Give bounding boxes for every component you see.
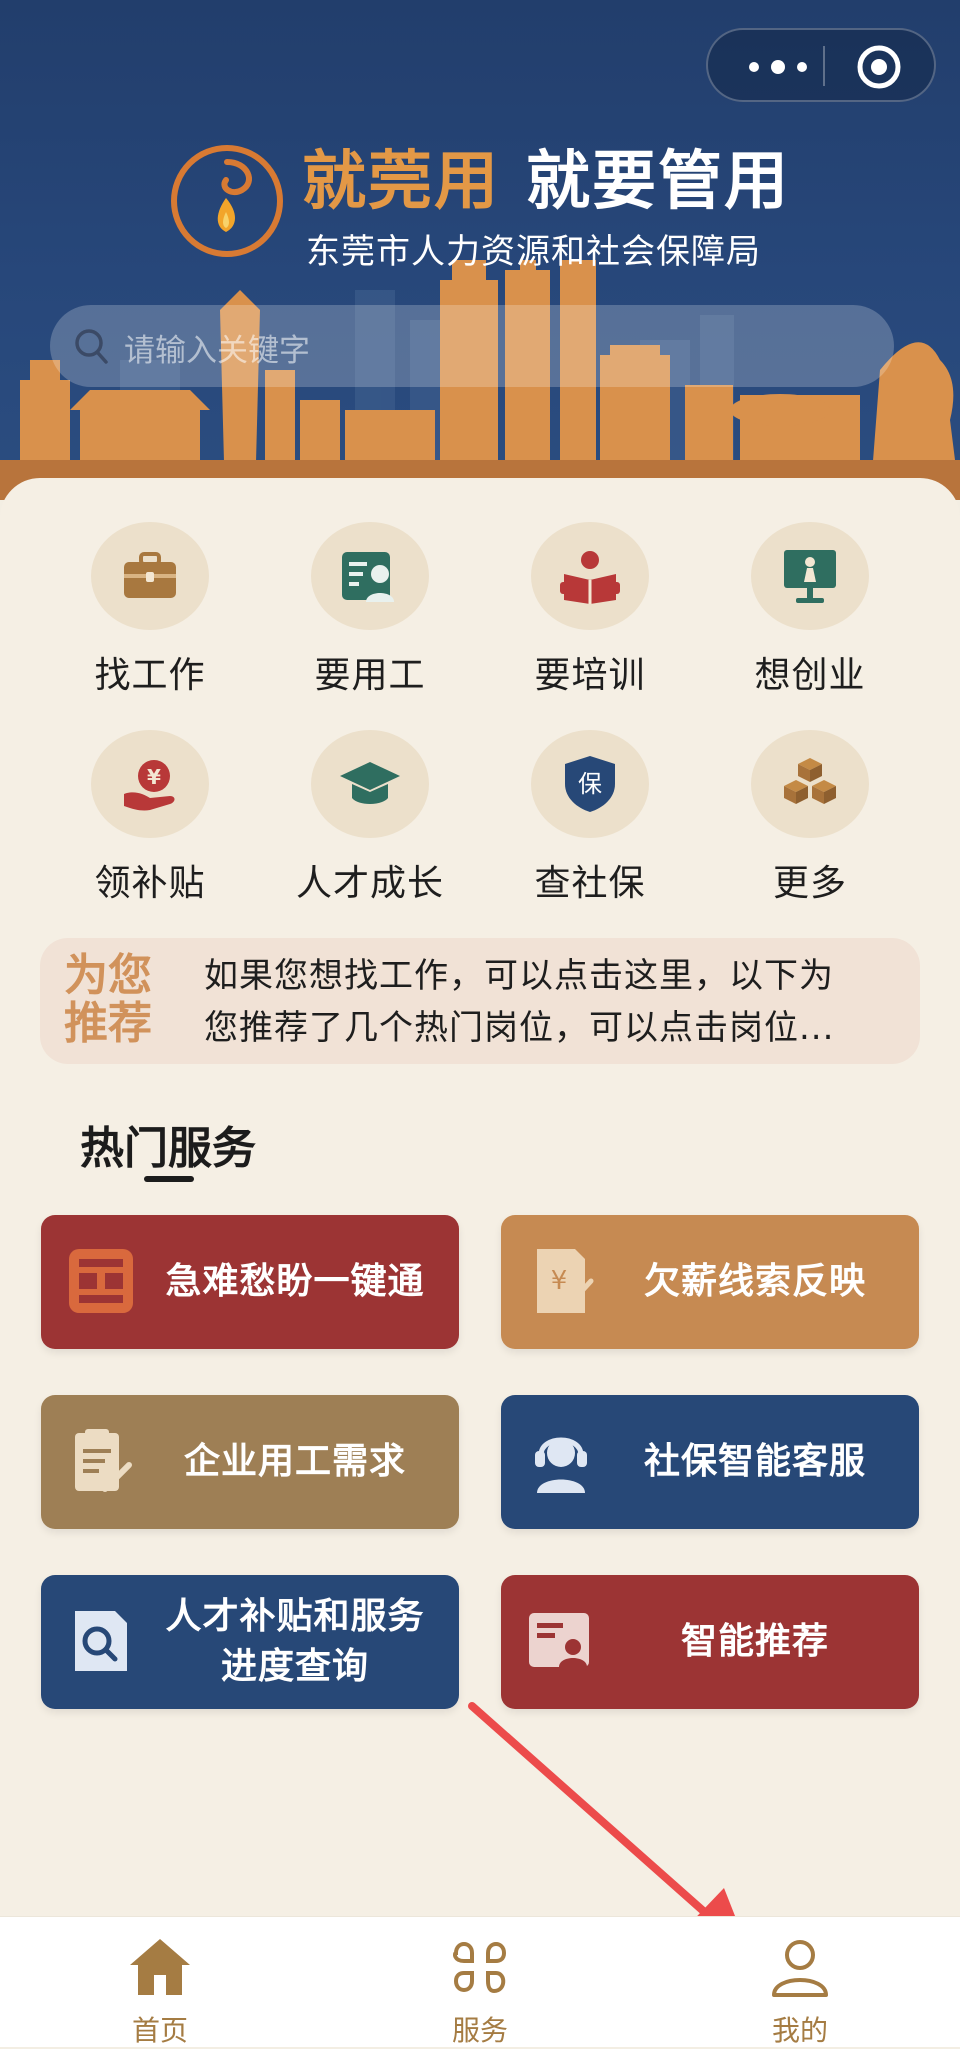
recommend-tag: 为您 推荐 — [64, 952, 168, 1048]
quick-service-icon-bg — [91, 522, 209, 630]
hot-service-label: 人才补贴和服务 进度查询 — [151, 1575, 439, 1709]
cubes-icon — [784, 758, 836, 804]
quick-service-icon-bg — [751, 522, 869, 630]
quick-service-label: 查社保 — [534, 863, 646, 904]
svg-text:¥: ¥ — [551, 1266, 568, 1296]
hot-service-smart-recommend-button[interactable]: 智能推荐 — [501, 1575, 919, 1709]
quick-service-icon-bg — [751, 730, 869, 838]
graduation-cap-icon — [340, 762, 400, 804]
customer-service-icon — [535, 1437, 587, 1493]
tab-mine[interactable]: 我的 — [720, 1935, 880, 2049]
quick-service-hire[interactable]: 要用工 — [270, 522, 470, 698]
quick-service-label: 找工作 — [94, 655, 206, 696]
quick-service-social-security[interactable]: 保 查社保 — [490, 730, 690, 906]
quick-service-label: 要培训 — [534, 655, 646, 696]
quick-service-label: 领补贴 — [94, 863, 206, 904]
briefcase-icon — [124, 552, 176, 598]
recommend-text: 如果您想找工作，可以点击这里，以下为 您推荐了几个热门岗位，可以点击岗位... — [204, 950, 904, 1054]
wage-document-icon: ¥ — [537, 1249, 594, 1313]
header-banner: 就莞用 就要管用 东莞市人力资源和社会保障局 — [0, 0, 960, 500]
hot-service-label: 智能推荐 — [680, 1621, 829, 1662]
hot-services-title: 热门服务 — [80, 1123, 256, 1174]
hot-services-title-underline — [144, 1176, 194, 1182]
search-placeholder: 请输入关键字 — [124, 333, 310, 369]
search-icon — [75, 329, 108, 364]
hot-service-emergency-button[interactable]: 急难愁盼一键通 — [41, 1215, 459, 1349]
tab-label: 我的 — [771, 2014, 828, 2047]
user-icon — [772, 1940, 828, 1997]
bureau-name: 东莞市人力资源和社会保障局 — [306, 232, 761, 272]
tab-home[interactable]: 首页 — [80, 1935, 240, 2049]
subsidy-yuan-icon: ¥ — [124, 760, 175, 811]
slogan: 就莞用 就要管用 — [302, 146, 790, 218]
hot-service-social-security-support-button[interactable]: 社保智能客服 — [501, 1395, 919, 1529]
hot-service-label-line2: 进度查询 — [220, 1646, 369, 1687]
miniprogram-capsule — [706, 28, 936, 102]
recommend-text-line2: 您推荐了几个热门岗位，可以点击岗位... — [204, 1008, 835, 1048]
tab-label: 服务 — [451, 2014, 508, 2047]
recruiter-icon — [342, 552, 394, 602]
presentation-icon — [784, 550, 836, 603]
brand-logo-icon — [171, 145, 283, 257]
quick-service-more[interactable]: 更多 — [710, 730, 910, 906]
recommend-tag-line1: 为您 — [64, 950, 152, 1001]
quick-service-icon-bg — [531, 522, 649, 630]
svg-text:¥: ¥ — [147, 765, 161, 789]
hot-service-label: 急难愁盼一键通 — [165, 1261, 425, 1302]
reading-icon — [560, 551, 620, 604]
svg-text:保: 保 — [578, 770, 602, 798]
recommend-text-line1: 如果您想找工作，可以点击这里，以下为 — [204, 956, 834, 996]
seal-icon — [69, 1249, 133, 1313]
recommend-banner[interactable]: 为您 推荐 如果您想找工作，可以点击这里，以下为 您推荐了几个热门岗位，可以点击… — [40, 938, 920, 1064]
close-miniprogram-icon[interactable] — [856, 44, 902, 90]
clipboard-edit-icon — [75, 1429, 132, 1492]
tab-services[interactable]: 服务 — [400, 1935, 560, 2049]
slogan-brand: 就莞用 — [302, 145, 500, 219]
quick-service-training[interactable]: 要培训 — [490, 522, 690, 698]
hot-service-label: 企业用工需求 — [183, 1441, 406, 1482]
more-options-icon[interactable] — [740, 50, 820, 84]
quick-service-label: 要用工 — [314, 655, 426, 696]
shield-bao-icon: 保 — [565, 756, 615, 812]
quick-service-label: 更多 — [772, 863, 847, 904]
quick-service-label: 人才成长 — [295, 863, 444, 904]
tab-label: 首页 — [131, 2014, 188, 2047]
quick-service-find-job[interactable]: 找工作 — [50, 522, 250, 698]
hot-service-label-line1: 人才补贴和服务 — [165, 1596, 425, 1637]
recommend-card-icon — [529, 1613, 589, 1667]
quick-service-icon-bg: 保 — [531, 730, 649, 838]
hot-service-talent-subsidy-query-button[interactable]: 人才补贴和服务 进度查询 — [41, 1575, 459, 1709]
quick-service-icon-bg: ¥ — [91, 730, 209, 838]
quick-service-startup[interactable]: 想创业 — [710, 522, 910, 698]
home-icon — [130, 1939, 190, 1995]
hot-service-label: 社保智能客服 — [643, 1441, 866, 1482]
hot-service-wage-arrears-button[interactable]: ¥ 欠薪线索反映 — [501, 1215, 919, 1349]
quick-service-icon-bg — [311, 730, 429, 838]
hot-service-enterprise-hiring-button[interactable]: 企业用工需求 — [41, 1395, 459, 1529]
services-grid-icon — [453, 1942, 507, 1994]
capsule-divider — [823, 46, 825, 86]
quick-service-talent-growth[interactable]: 人才成长 — [270, 730, 470, 906]
quick-service-label: 想创业 — [754, 655, 866, 696]
quick-service-subsidy[interactable]: ¥ 领补贴 — [50, 730, 250, 906]
recommend-tag-line2: 推荐 — [64, 998, 152, 1049]
search-input[interactable]: 请输入关键字 — [50, 305, 894, 387]
search-document-icon — [75, 1611, 127, 1671]
slogan-tagline: 就要管用 — [526, 145, 790, 219]
bottom-tab-bar: 首页 服务 我的 — [0, 1916, 960, 2047]
quick-service-icon-bg — [311, 522, 429, 630]
hot-service-label: 欠薪线索反映 — [643, 1261, 866, 1302]
